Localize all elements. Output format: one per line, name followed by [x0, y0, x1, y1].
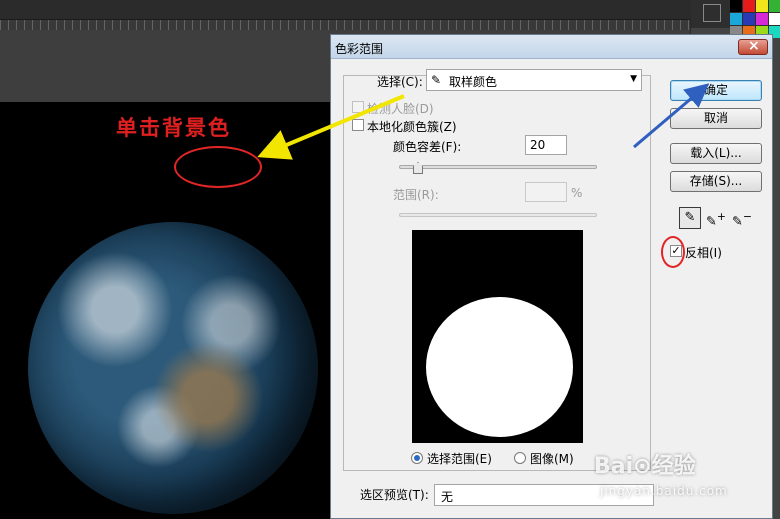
annotation-circle-invert: [661, 236, 685, 268]
radio-selection-label: 选择范围(E): [427, 452, 492, 466]
ok-button[interactable]: 确定: [670, 80, 762, 101]
detect-faces-checkbox[interactable]: [352, 101, 364, 113]
range-slider: [399, 213, 597, 217]
select-value: 取样颜色: [449, 75, 498, 89]
annotation-circle-background: [174, 146, 262, 188]
range-label: 范围(R):: [393, 188, 439, 202]
preview-selection-mask: [426, 297, 573, 437]
radio-image[interactable]: [514, 452, 526, 464]
selection-preview-label: 选区预览(T):: [360, 488, 429, 502]
save-button[interactable]: 存储(S)...: [670, 171, 762, 192]
radio-selection[interactable]: [411, 452, 423, 464]
chevron-down-icon: ▼: [630, 74, 637, 84]
color-range-dialog: 色彩范围 × 选择(C): ✎ 取样颜色 ▼ 检测人脸(D) 本地化颜色簇(Z)…: [330, 34, 773, 519]
radio-image-label: 图像(M): [530, 452, 574, 466]
baidu-watermark: Bai⊙经验: [594, 454, 696, 479]
selection-preview-value: 无: [441, 490, 454, 504]
range-unit: %: [571, 186, 583, 200]
eyedropper-icon: ✎: [431, 73, 442, 87]
baidu-watermark-url: jingyan.baidu.com: [600, 484, 728, 498]
close-icon: ×: [748, 38, 760, 54]
select-dropdown[interactable]: ✎ 取样颜色 ▼: [426, 69, 642, 91]
localized-clusters-label: 本地化颜色簇(Z): [367, 120, 457, 134]
close-button[interactable]: ×: [738, 38, 768, 55]
invert-label: 反相(I): [685, 246, 722, 260]
selection-preview-image[interactable]: [412, 230, 583, 443]
dialog-title: 色彩范围: [335, 42, 384, 56]
range-input: [525, 182, 567, 202]
swatches-panel[interactable]: [730, 0, 780, 38]
fuzziness-input[interactable]: 20: [525, 135, 567, 155]
earth-image: [28, 222, 318, 514]
annotation-text: 单击背景色: [116, 115, 231, 140]
photoshop-top-bar: [0, 0, 690, 20]
select-label: 选择(C):: [377, 75, 423, 89]
load-button[interactable]: 载入(L)...: [670, 143, 762, 164]
ruler: [0, 20, 690, 30]
cancel-button[interactable]: 取消: [670, 108, 762, 129]
3d-cube-icon[interactable]: [703, 4, 721, 22]
localized-clusters-checkbox[interactable]: [352, 119, 364, 131]
eyedropper-plus-icon[interactable]: ✎+: [705, 207, 727, 229]
eyedropper-minus-icon[interactable]: ✎−: [731, 207, 753, 229]
fuzziness-label: 颜色容差(F):: [393, 140, 462, 154]
detect-faces-label: 检测人脸(D): [367, 102, 434, 116]
dialog-titlebar[interactable]: 色彩范围 ×: [331, 35, 772, 59]
fuzziness-slider[interactable]: [399, 165, 597, 169]
eyedropper-icon[interactable]: ✎: [679, 207, 701, 229]
